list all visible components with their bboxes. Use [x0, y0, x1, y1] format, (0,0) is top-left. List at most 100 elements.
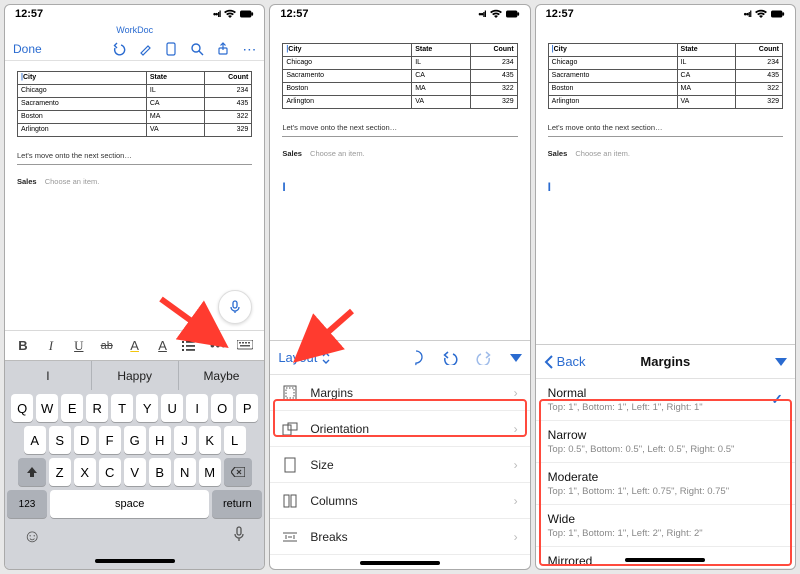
- data-table[interactable]: |City State Count ChicagoIL234 Sacrament…: [17, 71, 252, 137]
- key-123[interactable]: 123: [7, 490, 47, 518]
- undo-icon[interactable]: [112, 42, 126, 56]
- mic-button[interactable]: [232, 526, 246, 547]
- table-row[interactable]: ArlingtonVA329: [548, 96, 782, 109]
- status-time: 12:57: [15, 8, 43, 20]
- table-row[interactable]: SacramentoCA435: [548, 70, 782, 83]
- prediction-2[interactable]: Happy: [91, 361, 178, 390]
- sales-field[interactable]: Sales Choose an item.: [282, 149, 517, 158]
- layout-row-orientation[interactable]: Orientation ›: [270, 411, 529, 447]
- key-n[interactable]: N: [174, 458, 196, 486]
- margin-option-narrow[interactable]: Narrow Top: 0.5", Bottom: 0.5", Left: 0.…: [536, 421, 795, 463]
- paragraph-text[interactable]: Let's move onto the next section…: [548, 123, 783, 132]
- data-table[interactable]: |City State Count ChicagoIL234 Sacrament…: [548, 43, 783, 109]
- layout-tab-button[interactable]: Layout: [278, 350, 331, 365]
- collapse-panel-icon[interactable]: [510, 354, 522, 362]
- columns-icon: [282, 494, 298, 508]
- key-f[interactable]: F: [99, 426, 121, 454]
- layout-row-margins[interactable]: Margins ›: [270, 375, 529, 411]
- key-z[interactable]: Z: [49, 458, 71, 486]
- key-c[interactable]: C: [99, 458, 121, 486]
- key-o[interactable]: O: [211, 394, 233, 422]
- margin-option-normal[interactable]: Normal Top: 1", Bottom: 1", Left: 1", Ri…: [536, 379, 795, 421]
- key-s[interactable]: S: [49, 426, 71, 454]
- layout-row-columns[interactable]: Columns ›: [270, 483, 529, 519]
- margin-option-moderate[interactable]: Moderate Top: 1", Bottom: 1", Left: 0.75…: [536, 463, 795, 505]
- document-area[interactable]: |City State Count ChicagoIL234 Sacrament…: [5, 61, 264, 330]
- table-row[interactable]: SacramentoCA435: [283, 70, 517, 83]
- key-space[interactable]: space: [50, 490, 209, 518]
- sales-field[interactable]: Sales Choose an item.: [17, 177, 252, 186]
- key-x[interactable]: X: [74, 458, 96, 486]
- wifi-icon: [754, 9, 768, 19]
- key-q[interactable]: Q: [11, 394, 33, 422]
- key-i[interactable]: I: [186, 394, 208, 422]
- emoji-button[interactable]: ☺: [23, 526, 41, 547]
- margin-desc: Top: 0.5", Bottom: 0.5", Left: 0.5", Rig…: [548, 444, 783, 455]
- table-row[interactable]: BostonMA322: [283, 83, 517, 96]
- key-p[interactable]: P: [236, 394, 258, 422]
- italic-button[interactable]: I: [42, 338, 60, 354]
- strike-button[interactable]: ab: [98, 340, 116, 352]
- key-b[interactable]: B: [149, 458, 171, 486]
- table-row[interactable]: ChicagoIL234: [18, 85, 252, 98]
- done-button[interactable]: Done: [13, 42, 42, 56]
- bullets-button[interactable]: [181, 340, 199, 352]
- dictate-button[interactable]: [218, 290, 252, 324]
- data-table[interactable]: |City State Count ChicagoIL234 Sacrament…: [282, 43, 517, 109]
- key-r[interactable]: R: [86, 394, 108, 422]
- phone-screen-1: 12:57 ••ıl WorkDoc Done ⋯ |City State Co…: [4, 4, 265, 570]
- key-w[interactable]: W: [36, 394, 58, 422]
- more-icon[interactable]: ⋯: [242, 42, 256, 56]
- key-l[interactable]: L: [224, 426, 246, 454]
- underline-button[interactable]: U: [70, 338, 88, 354]
- prediction-3[interactable]: Maybe: [178, 361, 265, 390]
- home-indicator[interactable]: [625, 558, 705, 562]
- key-y[interactable]: Y: [136, 394, 158, 422]
- document-area[interactable]: |City State Count ChicagoIL234 Sacrament…: [536, 23, 795, 202]
- home-indicator[interactable]: [95, 559, 175, 563]
- paragraph-text[interactable]: Let's move onto the next section…: [17, 151, 252, 160]
- key-u[interactable]: U: [161, 394, 183, 422]
- key-return[interactable]: return: [212, 490, 262, 518]
- key-h[interactable]: H: [149, 426, 171, 454]
- more-format-button[interactable]: •••: [209, 338, 227, 353]
- key-d[interactable]: D: [74, 426, 96, 454]
- table-row[interactable]: ChicagoIL234: [283, 57, 517, 70]
- key-t[interactable]: T: [111, 394, 133, 422]
- document-area[interactable]: |City State Count ChicagoIL234 Sacrament…: [270, 23, 529, 202]
- home-indicator[interactable]: [360, 561, 440, 565]
- key-a[interactable]: A: [24, 426, 46, 454]
- redo-icon[interactable]: [476, 351, 492, 365]
- key-backspace[interactable]: [224, 458, 252, 486]
- margin-option-wide[interactable]: Wide Top: 1", Bottom: 1", Left: 2", Righ…: [536, 505, 795, 547]
- draw-icon[interactable]: [138, 42, 152, 56]
- layout-row-breaks[interactable]: Breaks ›: [270, 519, 529, 555]
- smart-lookup-icon[interactable]: [408, 350, 424, 366]
- highlight-button[interactable]: A: [126, 338, 144, 353]
- keyboard-toggle-icon[interactable]: [237, 340, 255, 352]
- table-row[interactable]: ArlingtonVA329: [18, 124, 252, 137]
- table-row[interactable]: ChicagoIL234: [548, 57, 782, 70]
- layout-row-size[interactable]: Size ›: [270, 447, 529, 483]
- paragraph-text[interactable]: Let's move onto the next section…: [282, 123, 517, 132]
- mobile-view-icon[interactable]: [164, 42, 178, 56]
- font-color-button[interactable]: A: [154, 338, 172, 353]
- undo-icon[interactable]: [442, 351, 458, 365]
- key-v[interactable]: V: [124, 458, 146, 486]
- table-row[interactable]: BostonMA322: [18, 111, 252, 124]
- sales-field[interactable]: Sales Choose an item.: [548, 149, 783, 158]
- table-row[interactable]: BostonMA322: [548, 83, 782, 96]
- key-shift[interactable]: [18, 458, 46, 486]
- share-icon[interactable]: [216, 42, 230, 56]
- key-k[interactable]: K: [199, 426, 221, 454]
- key-g[interactable]: G: [124, 426, 146, 454]
- prediction-1[interactable]: I: [5, 361, 91, 390]
- key-e[interactable]: E: [61, 394, 83, 422]
- bold-button[interactable]: B: [14, 338, 32, 353]
- key-m[interactable]: M: [199, 458, 221, 486]
- table-row[interactable]: ArlingtonVA329: [283, 96, 517, 109]
- key-j[interactable]: J: [174, 426, 196, 454]
- status-time: 12:57: [280, 8, 308, 20]
- table-row[interactable]: SacramentoCA435: [18, 98, 252, 111]
- search-icon[interactable]: [190, 42, 204, 56]
